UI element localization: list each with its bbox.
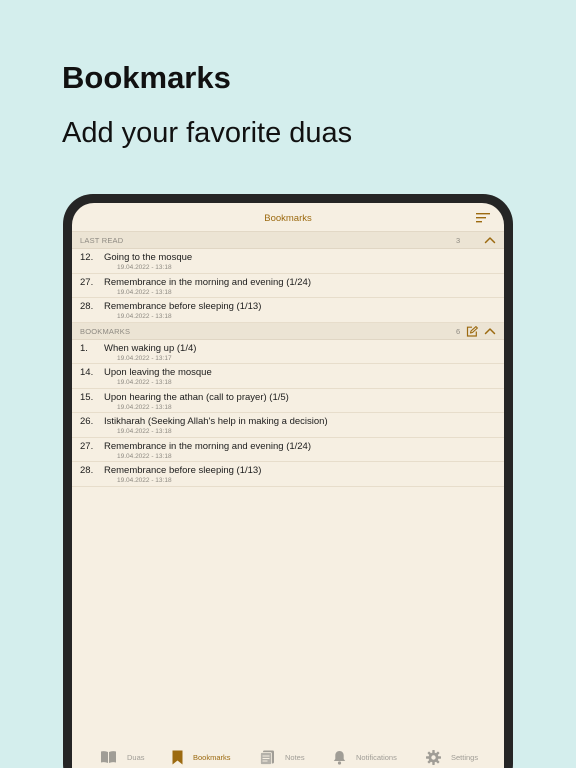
tab-notifications[interactable]: Notifications [333,748,397,766]
chevron-up-icon[interactable] [484,235,496,246]
bookmark-icon [172,750,183,764]
tab-bookmarks[interactable]: Bookmarks [172,748,231,766]
promo-subtitle: Add your favorite duas [62,117,353,149]
item-date: 19.04.2022 - 13:18 [117,288,172,296]
item-number: 27. [80,440,94,452]
promo-title: Bookmarks [62,60,231,95]
item-date: 19.04.2022 - 13:18 [117,264,172,271]
list-item[interactable]: 27. Remembrance in the morning and eveni… [72,438,504,462]
item-date: 19.04.2022 - 13:17 [117,354,172,362]
item-date: 19.04.2022 - 13:18 [117,313,172,320]
list-item[interactable]: 27. Remembrance in the morning and eveni… [72,274,504,298]
item-date: 19.04.2022 - 13:18 [117,428,172,435]
item-number: 14. [80,367,94,378]
item-date: 19.04.2022 - 13:18 [117,477,172,484]
list-item[interactable]: 26. Istikharah (Seeking Allah's help in … [72,413,504,438]
gear-icon [426,749,441,765]
item-number: 27. [80,276,94,288]
item-title: Upon hearing the athan (call to prayer) … [104,391,289,403]
section-label: BOOKMARKS [80,326,131,336]
bell-icon [333,750,346,765]
item-title: Remembrance before sleeping (1/13) [104,465,262,476]
list-item[interactable]: 14. Upon leaving the mosque 19.04.2022 -… [72,364,504,389]
app-screen: Bookmarks LAST READ 3 12. Going to the m… [72,203,504,768]
item-number: 28. [80,301,94,312]
item-title: Remembrance in the morning and evening (… [104,440,312,452]
item-number: 28. [80,465,94,476]
item-date: 19.04.2022 - 13:18 [117,403,172,411]
navigation-bar: Bookmarks [72,203,504,232]
item-number: 1. [80,342,88,354]
item-title: Going to the mosque [104,252,193,263]
item-date: 19.04.2022 - 13:18 [117,379,172,386]
tab-bar: Duas Bookmarks Notes Notifications Setti… [72,744,504,768]
item-title: Remembrance before sleeping (1/13) [104,301,262,312]
section-header-bookmarks: BOOKMARKS 6 [72,322,504,340]
item-title: Remembrance in the morning and evening (… [104,276,312,288]
tab-label: Bookmarks [193,752,231,762]
tab-duas[interactable]: Duas [100,748,145,766]
list-item[interactable]: 28. Remembrance before sleeping (1/13) 1… [72,462,504,487]
tablet-frame: Bookmarks LAST READ 3 12. Going to the m… [63,194,513,768]
item-number: 12. [80,252,94,263]
tab-label: Notifications [356,752,397,762]
item-number: 15. [80,391,94,403]
tab-label: Settings [451,752,479,762]
section-label: LAST READ [80,236,124,245]
section-header-last-read: LAST READ 3 [72,232,504,249]
tab-label: Notes [285,752,305,762]
section-count: 3 [456,236,461,245]
item-title: Upon leaving the mosque [104,367,212,378]
tab-notes[interactable]: Notes [260,748,305,766]
item-number: 26. [80,416,94,427]
tab-settings[interactable]: Settings [426,748,478,766]
list-item[interactable]: 12. Going to the mosque 19.04.2022 - 13:… [72,249,504,274]
list-item[interactable]: 1. When waking up (1/4) 19.04.2022 - 13:… [72,340,504,364]
list-item[interactable]: 28. Remembrance before sleeping (1/13) 1… [72,298,504,323]
item-title: Istikharah (Seeking Allah's help in maki… [104,416,328,427]
tab-label: Duas [127,752,145,762]
list-item[interactable]: 15. Upon hearing the athan (call to pray… [72,389,504,413]
book-icon [101,751,116,763]
nav-title: Bookmarks [264,213,312,224]
edit-icon[interactable] [466,325,478,337]
item-title: When waking up (1/4) [104,342,197,354]
chevron-up-icon[interactable] [484,326,496,337]
item-date: 19.04.2022 - 13:18 [117,452,172,460]
sort-lines-icon[interactable] [476,212,490,224]
section-count: 6 [456,326,461,336]
notes-icon [260,750,274,765]
